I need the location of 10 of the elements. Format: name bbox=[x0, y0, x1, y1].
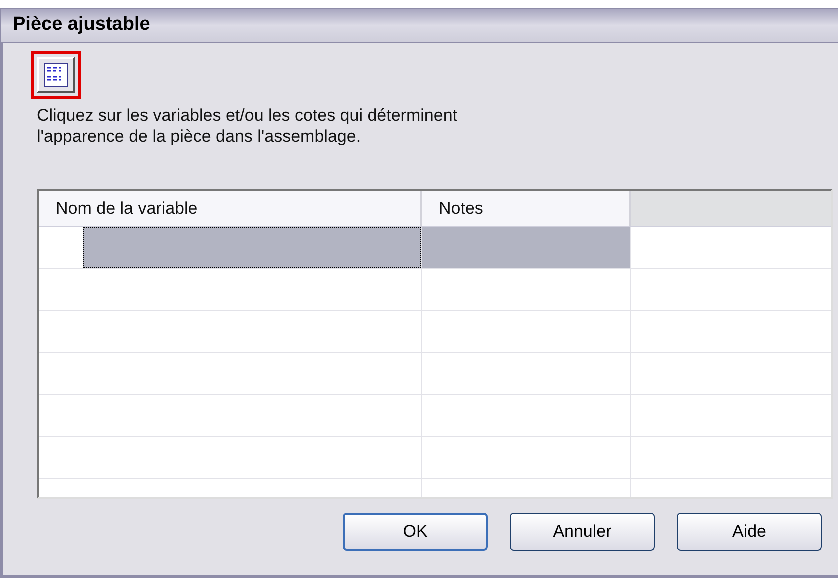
variables-button[interactable] bbox=[37, 57, 75, 93]
column-header[interactable]: Notes bbox=[422, 191, 631, 226]
selected-cell[interactable] bbox=[83, 227, 421, 268]
dialog-button[interactable]: Aide bbox=[677, 513, 822, 551]
dialog-button[interactable]: Annuler bbox=[510, 513, 655, 551]
instructions-text: Cliquez sur les variables et/ou les cotes qui déterminent l'apparence de la pièce dans l'assemblage. bbox=[37, 105, 458, 147]
window-title: Pièce ajustable bbox=[13, 13, 150, 38]
variable-list-icon bbox=[44, 63, 68, 87]
dialog-button[interactable]: OK bbox=[343, 513, 488, 551]
column-header[interactable]: Nom de la variable bbox=[39, 191, 422, 226]
